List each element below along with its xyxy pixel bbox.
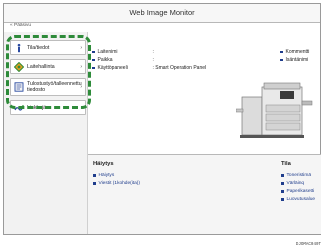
breadcrumb[interactable]: « Pääsivu [10, 23, 31, 28]
bullet-icon [92, 58, 95, 62]
bullet-icon [281, 174, 284, 177]
bullet-icon [280, 58, 283, 62]
location-value: : [152, 57, 154, 63]
bullet-icon [93, 174, 96, 177]
bullet-icon [281, 182, 284, 185]
status-link-label: Toneristimä [286, 173, 312, 178]
sidebar-item-print-job-stored-file[interactable]: Tulostustyö/talleennettu tiedosto › [10, 78, 86, 96]
info-icon [14, 43, 24, 53]
print-job-icon [14, 82, 24, 92]
bullet-icon [92, 66, 95, 70]
device-management-icon [13, 61, 25, 72]
bullet-icon [93, 182, 96, 185]
status-link-toner[interactable]: Toneristimä [281, 173, 311, 178]
bullet-icon [281, 198, 284, 201]
comment-link[interactable]: Kommentti [280, 48, 309, 56]
status-link-output-tray[interactable]: Luovutusalue [281, 197, 315, 202]
sidebar-item-label: Tila/tiedot [27, 44, 50, 51]
sidebar-item-label: Linkkejä [27, 104, 47, 111]
status-link-label: Paperikasetti [286, 189, 315, 194]
sidebar-item-label: Laitehallinta [27, 63, 55, 70]
device-info: Laitenimi : Paikka : Käyttöpaneeli : Sma… [92, 48, 206, 72]
location-label: Paikka [97, 57, 113, 63]
device-info-links: Kommentti Isäntänimi [280, 48, 309, 64]
browser-window: Web Image Monitor « Pääsivu Tila/tiedot … [3, 3, 321, 235]
link-icon [14, 103, 24, 113]
bullet-icon [281, 190, 284, 193]
alerts-title: Häiytys [93, 161, 114, 167]
printer-image [236, 82, 313, 138]
alert-link[interactable]: Häiytys [93, 173, 114, 178]
device-info-row: Käyttöpaneeli : Smart Operation Panel [92, 64, 206, 72]
bottom-panel: Häiytys Häiytys Viestit (1kohde(ita)) Ti… [88, 154, 321, 234]
device-info-row: Paikka : [92, 56, 206, 64]
app-title: Web Image Monitor [129, 8, 195, 17]
device-info-row: Laitenimi : [92, 48, 206, 56]
chevron-right-icon: › [80, 84, 82, 90]
status-title: Tila [281, 161, 291, 167]
chevron-right-icon: › [80, 63, 82, 70]
sidebar-item-status-information[interactable]: Tila/tiedot › [10, 40, 86, 55]
device-name-label: Laitenimi [97, 49, 118, 55]
status-link-paper-tray[interactable]: Paperikasetti [281, 189, 314, 194]
host-name-link-label: Isäntänimi [285, 57, 309, 63]
chevron-right-icon: › [80, 44, 82, 51]
sidebar-item-label: Tulostustyö/talleennettu tiedosto [27, 81, 82, 93]
device-name-value: : [152, 49, 154, 55]
messages-link[interactable]: Viestit (1kohde(ita)) [93, 181, 140, 186]
alert-link-label: Häiytys [98, 173, 115, 178]
status-link-label: Luovutusalue [286, 197, 316, 202]
operation-panel-label: Käyttöpaneeli [97, 65, 128, 71]
status-link-label: Värläinq [286, 181, 305, 186]
status-link-ink[interactable]: Värläinq [281, 181, 304, 186]
bullet-icon [92, 50, 95, 54]
messages-link-label: Viestit (1kohde(ita)) [98, 181, 141, 186]
operation-panel-value: : Smart Operation Panel [152, 65, 207, 71]
breadcrumb-home-link[interactable]: Pääsivu [14, 23, 31, 28]
comment-link-label: Kommentti [285, 49, 310, 55]
sidebar-item-links[interactable]: Linkkejä [10, 100, 86, 115]
bullet-icon [280, 50, 283, 54]
host-name-link[interactable]: Isäntänimi [280, 56, 309, 64]
title-bar: Web Image Monitor [4, 4, 320, 23]
sidebar-menu: Tila/tiedot › Laitehallinta › Tulostusty… [10, 40, 86, 119]
sidebar-item-device-management[interactable]: Laitehallinta › [10, 59, 86, 74]
figure-code: DJOMAC040T [295, 243, 321, 247]
